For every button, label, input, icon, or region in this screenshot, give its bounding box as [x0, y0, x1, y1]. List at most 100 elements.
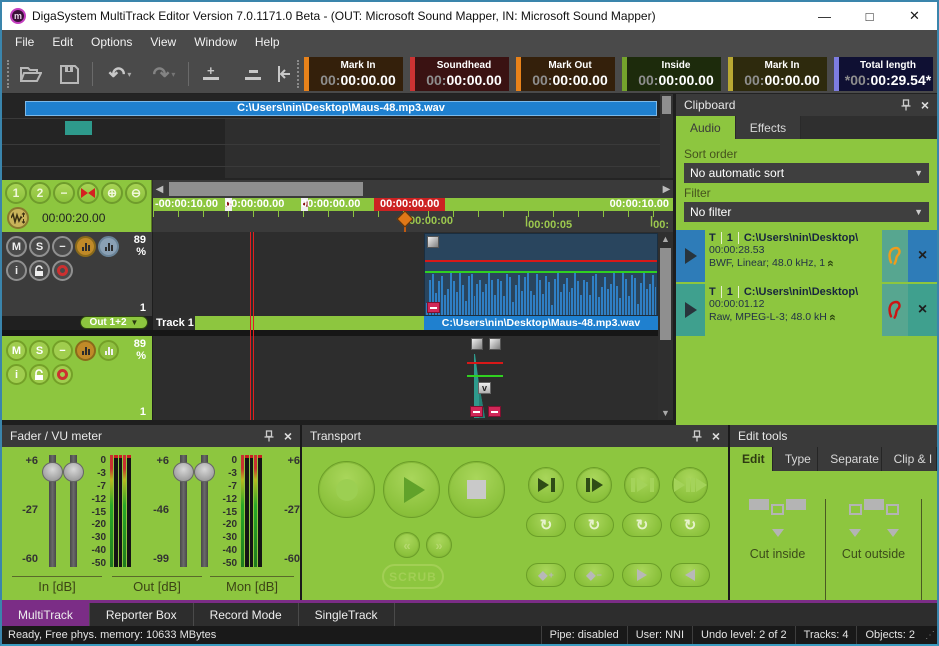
- play-around-marks-button[interactable]: [672, 467, 708, 503]
- minimize-track-button[interactable]: −: [52, 340, 73, 361]
- close-panel-icon[interactable]: ×: [284, 429, 292, 443]
- tab-separate[interactable]: Separate: [818, 447, 881, 471]
- track-scrollbar[interactable]: ▲ ▼: [658, 232, 673, 420]
- track1-name[interactable]: Track 1: [153, 316, 195, 330]
- overview-clip-bar[interactable]: C:\Users\nin\Desktop\Maus-48.mp3.wav: [25, 101, 657, 116]
- toolbar-grip[interactable]: [297, 60, 300, 88]
- clip-handle[interactable]: [427, 236, 439, 248]
- mute-button[interactable]: M: [6, 340, 27, 361]
- clip-remove-handle[interactable]: [427, 302, 440, 313]
- clipboard-item[interactable]: T1C:\Users\nin\Desktop\ 00:00:01.12 Raw,…: [676, 284, 937, 336]
- rewind-button[interactable]: «: [394, 532, 420, 558]
- tab-multitrack[interactable]: MultiTrack: [2, 603, 90, 626]
- scroll-up-icon[interactable]: ▲: [658, 232, 673, 246]
- timeline-scrollbar[interactable]: ◀ ▶: [153, 180, 673, 198]
- cut-inside-tool[interactable]: Cut inside: [730, 499, 826, 600]
- time-ruler[interactable]: 00:00:00 |00:00:05 |00:: [153, 211, 673, 232]
- overview-clip-small[interactable]: [65, 121, 92, 135]
- clip-level-line-red[interactable]: [467, 362, 503, 364]
- record-button[interactable]: [318, 461, 375, 518]
- menu-edit[interactable]: Edit: [43, 31, 82, 53]
- add-marker-button[interactable]: ◆+: [526, 563, 566, 587]
- play-item-button[interactable]: [676, 230, 705, 282]
- clip-remove-handle[interactable]: [488, 406, 501, 417]
- meter-mode-alt-button[interactable]: [98, 236, 119, 257]
- expand-icon[interactable]: «: [826, 314, 839, 321]
- track-info-button[interactable]: i: [6, 364, 27, 385]
- goto-marker-icon[interactable]: [274, 62, 294, 86]
- in-fader-right[interactable]: [63, 455, 84, 567]
- solo-button[interactable]: S: [29, 236, 50, 257]
- zoom-in-button[interactable]: ⊕: [101, 182, 123, 204]
- clipboard-item[interactable]: T1C:\Users\nin\Desktop\ 00:00:28.53 BWF,…: [676, 230, 937, 282]
- waveform-zoom-button[interactable]: [7, 207, 29, 229]
- zoom-preset-2-button[interactable]: 2: [29, 182, 51, 204]
- play-button[interactable]: [383, 461, 440, 518]
- menu-options[interactable]: Options: [82, 31, 141, 53]
- minimize-track-button[interactable]: −: [52, 236, 73, 257]
- open-file-icon[interactable]: [18, 62, 44, 86]
- zoom-out-button[interactable]: ⊖: [125, 182, 147, 204]
- clip-remove-handle[interactable]: [470, 406, 483, 417]
- zoom-preset-1-button[interactable]: 1: [5, 182, 27, 204]
- clip-handle[interactable]: [471, 338, 483, 350]
- sort-order-select[interactable]: No automatic sort▼: [684, 163, 929, 183]
- loop-button-3[interactable]: ↻: [622, 513, 662, 537]
- scroll-left-icon[interactable]: ◀: [153, 180, 166, 198]
- cut-outside-tool[interactable]: Cut outside: [826, 499, 922, 600]
- resize-grip[interactable]: ⋰: [923, 630, 937, 641]
- remove-marker-icon[interactable]: [240, 62, 266, 86]
- loop-button-2[interactable]: ↻: [574, 513, 614, 537]
- close-panel-icon[interactable]: ×: [921, 98, 929, 112]
- output-routing-button[interactable]: Out 1+2▼: [80, 316, 148, 329]
- forward-button[interactable]: »: [426, 532, 452, 558]
- out-fader-right[interactable]: [194, 455, 215, 567]
- prev-marker-button[interactable]: [670, 563, 710, 587]
- prelisten-button[interactable]: [882, 230, 908, 282]
- track-scroll-thumb[interactable]: [660, 248, 671, 340]
- mute-button[interactable]: M: [6, 236, 27, 257]
- track1-lane[interactable]: Track 1 C:\Users\nin\Desktop\Maus-48.mp3…: [153, 232, 658, 330]
- menu-help[interactable]: Help: [246, 31, 289, 53]
- in-fader-left[interactable]: [42, 455, 63, 567]
- pin-icon[interactable]: [901, 99, 911, 111]
- solo-button[interactable]: S: [29, 340, 50, 361]
- meter-mode-button[interactable]: [75, 236, 96, 257]
- pin-icon[interactable]: [264, 430, 274, 442]
- loop-button-4[interactable]: ↻: [670, 513, 710, 537]
- loop-button-1[interactable]: ↻: [526, 513, 566, 537]
- tab-type[interactable]: Type: [773, 447, 818, 471]
- next-marker-button[interactable]: [622, 563, 662, 587]
- play-item-button[interactable]: [676, 284, 705, 336]
- close-panel-icon[interactable]: ×: [712, 429, 720, 443]
- zoom-to-selection-button[interactable]: [77, 182, 99, 204]
- audio-clip-1[interactable]: [424, 233, 658, 316]
- tab-clip-insert[interactable]: Clip & I: [882, 447, 937, 471]
- play-to-mark-button[interactable]: [528, 467, 564, 503]
- overview-scrollbar[interactable]: [660, 94, 673, 178]
- soundhead-line[interactable]: [250, 232, 254, 420]
- lock-button[interactable]: [29, 364, 50, 385]
- play-between-marks-button[interactable]: [624, 467, 660, 503]
- menu-view[interactable]: View: [141, 31, 185, 53]
- out-fader-left[interactable]: [173, 455, 194, 567]
- record-arm-button[interactable]: [52, 260, 73, 281]
- meter-mode-alt-button[interactable]: [98, 340, 119, 361]
- save-icon[interactable]: [56, 62, 82, 86]
- clip1-file-label[interactable]: C:\Users\nin\Desktop\Maus-48.mp3.wav: [424, 316, 658, 330]
- pin-icon[interactable]: [692, 430, 702, 442]
- redo-icon[interactable]: ↷▾: [146, 62, 182, 86]
- undo-icon[interactable]: ↶▾: [102, 62, 138, 86]
- maximize-button[interactable]: □: [847, 2, 892, 30]
- minimize-button[interactable]: —: [802, 2, 847, 30]
- clip-handle[interactable]: [489, 338, 501, 350]
- track2-lane[interactable]: v: [153, 336, 658, 420]
- remove-item-button[interactable]: ×: [908, 230, 937, 282]
- tab-reporter-box[interactable]: Reporter Box: [90, 603, 194, 626]
- timeline-scroll-thumb[interactable]: [169, 182, 363, 196]
- menu-file[interactable]: File: [6, 31, 43, 53]
- scroll-right-icon[interactable]: ▶: [660, 180, 673, 198]
- tab-effects[interactable]: Effects: [736, 116, 801, 139]
- record-arm-button[interactable]: [52, 364, 73, 385]
- meter-mode-button[interactable]: [75, 340, 96, 361]
